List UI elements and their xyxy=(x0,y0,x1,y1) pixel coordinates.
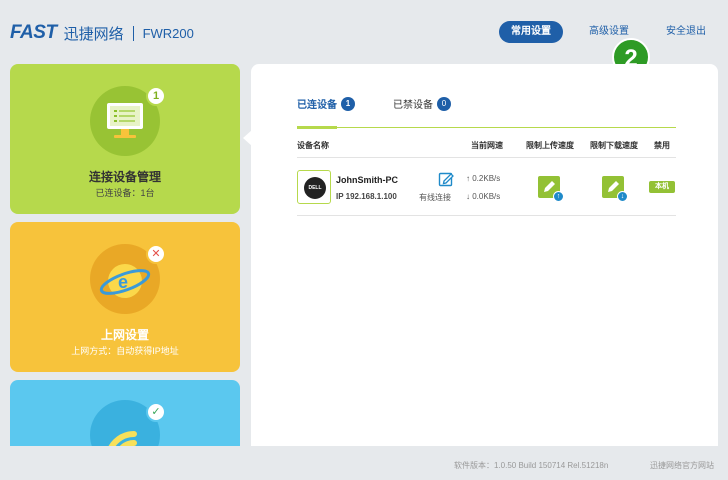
download-speed: ↓ 0.0KB/s xyxy=(466,192,500,201)
device-panel: 已连设备 1 已禁设备 0 设备名称 当前网速 限制上传速度 限制下载速度 禁用… xyxy=(251,64,718,446)
download-limit-button[interactable]: ↓ xyxy=(602,176,628,202)
download-arrow-icon: ↓ xyxy=(617,191,628,202)
tile-device-management[interactable]: 1 连接设备管理 已连设备：1台 xyxy=(10,64,240,214)
logo-brand-text: FAST xyxy=(10,22,57,43)
tab-connected-devices[interactable]: 已连设备 1 xyxy=(297,96,355,111)
header-divider xyxy=(297,157,676,158)
svg-text:e: e xyxy=(118,272,128,292)
logo-divider xyxy=(132,25,134,41)
tile-count-badge: 1 xyxy=(146,86,166,106)
device-tabs: 已连设备 1 已禁设备 0 xyxy=(297,96,489,111)
upload-speed: ↑ 0.2KB/s xyxy=(466,174,500,183)
tab-label: 已禁设备 xyxy=(393,100,433,111)
firmware-version: 软件版本：1.0.50 Build 150714 Rel.51218n xyxy=(454,461,609,470)
tab-count-badge: 0 xyxy=(437,96,451,111)
column-header-download-limit: 限制下载速度 xyxy=(590,141,638,150)
edit-icon[interactable] xyxy=(438,171,454,187)
device-name: JohnSmith-PC xyxy=(336,175,398,185)
column-header-device-name: 设备名称 xyxy=(297,141,329,150)
connection-type: 有线连接 xyxy=(419,193,451,202)
tile-title: 连接设备管理 xyxy=(88,170,161,184)
column-header-upload-limit: 限制上传速度 xyxy=(526,141,574,150)
row-divider xyxy=(297,215,676,216)
tab-divider xyxy=(297,127,676,128)
brand-logo: FAST 迅捷网络 FWR200 xyxy=(10,22,194,44)
tile-subtitle: 上网方式：自动获得IP地址 xyxy=(71,346,179,356)
tile-status-badge: ✕ xyxy=(146,244,166,264)
local-device-badge: 本机 xyxy=(649,181,675,193)
active-tab-underline xyxy=(297,126,337,129)
router-model: FWR200 xyxy=(142,25,194,41)
upload-limit-button[interactable]: ↑ xyxy=(538,176,564,202)
tile-internet-settings[interactable]: e ✕ 上网设置 上网方式：自动获得IP地址 xyxy=(10,222,240,372)
tile-title: 上网设置 xyxy=(100,328,149,342)
download-speed-value: 0.0KB/s xyxy=(472,192,501,201)
official-site-link[interactable]: 迅捷网络官方网站 xyxy=(650,460,714,471)
tab-label: 已连设备 xyxy=(297,100,337,111)
nav-logout[interactable]: 安全退出 xyxy=(666,21,706,43)
device-brand-icon: DELL xyxy=(297,170,331,204)
column-header-disable: 禁用 xyxy=(654,141,670,150)
nav-common-settings[interactable]: 常用设置 xyxy=(499,21,563,43)
device-ip: IP 192.168.1.100 xyxy=(336,192,397,201)
tab-blocked-devices[interactable]: 已禁设备 0 xyxy=(393,96,451,111)
tile-subtitle: 已连设备：1台 xyxy=(95,188,155,198)
logo-chinese-text: 迅捷网络 xyxy=(63,25,124,43)
upload-speed-value: 0.2KB/s xyxy=(472,174,501,183)
dell-logo-icon: DELL xyxy=(304,177,326,199)
tile-status-badge: ✓ xyxy=(146,402,166,422)
tab-count-badge: 1 xyxy=(341,96,355,111)
upload-arrow-icon: ↑ xyxy=(553,191,564,202)
column-header-current-speed: 当前网速 xyxy=(471,141,503,150)
tile-wireless-settings[interactable]: ✓ xyxy=(10,380,240,446)
